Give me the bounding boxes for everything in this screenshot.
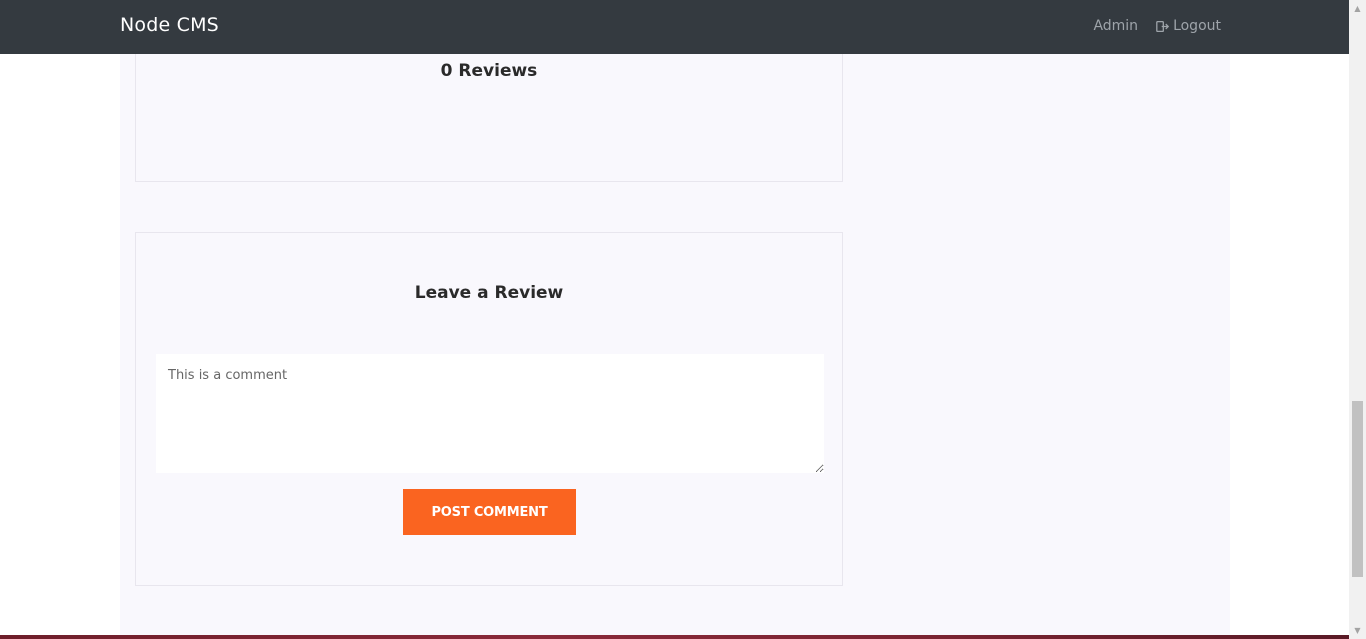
nav-link-logout-label: Logout [1173, 18, 1221, 34]
brand-link[interactable]: Node CMS [120, 14, 219, 36]
vertical-scrollbar[interactable]: ▲ ▼ [1349, 0, 1366, 639]
scroll-thumb[interactable] [1352, 401, 1363, 577]
nav-link-admin[interactable]: Admin [1093, 18, 1138, 34]
review-form-panel: Leave a Review POST COMMENT [135, 232, 843, 586]
scroll-up-icon[interactable]: ▲ [1349, 0, 1366, 17]
logout-icon [1156, 20, 1170, 32]
top-navbar: Node CMS Admin Logout [0, 0, 1349, 54]
comment-textarea[interactable] [156, 354, 824, 473]
nav-link-admin-label: Admin [1093, 18, 1139, 34]
review-form-title: Leave a Review [414, 283, 564, 303]
reviews-panel: 0 Reviews [135, 40, 843, 182]
post-comment-button[interactable]: POST COMMENT [403, 489, 576, 535]
scroll-down-icon[interactable]: ▼ [1349, 622, 1366, 639]
reviews-count-title: 0 Reviews [440, 61, 538, 81]
footer-strip [0, 635, 1349, 639]
nav-links: Admin Logout [1093, 18, 1221, 34]
browser-viewport: Node CMS Admin Logout 0 Reviews Leave a … [0, 0, 1366, 639]
nav-link-logout[interactable]: Logout [1156, 18, 1221, 34]
